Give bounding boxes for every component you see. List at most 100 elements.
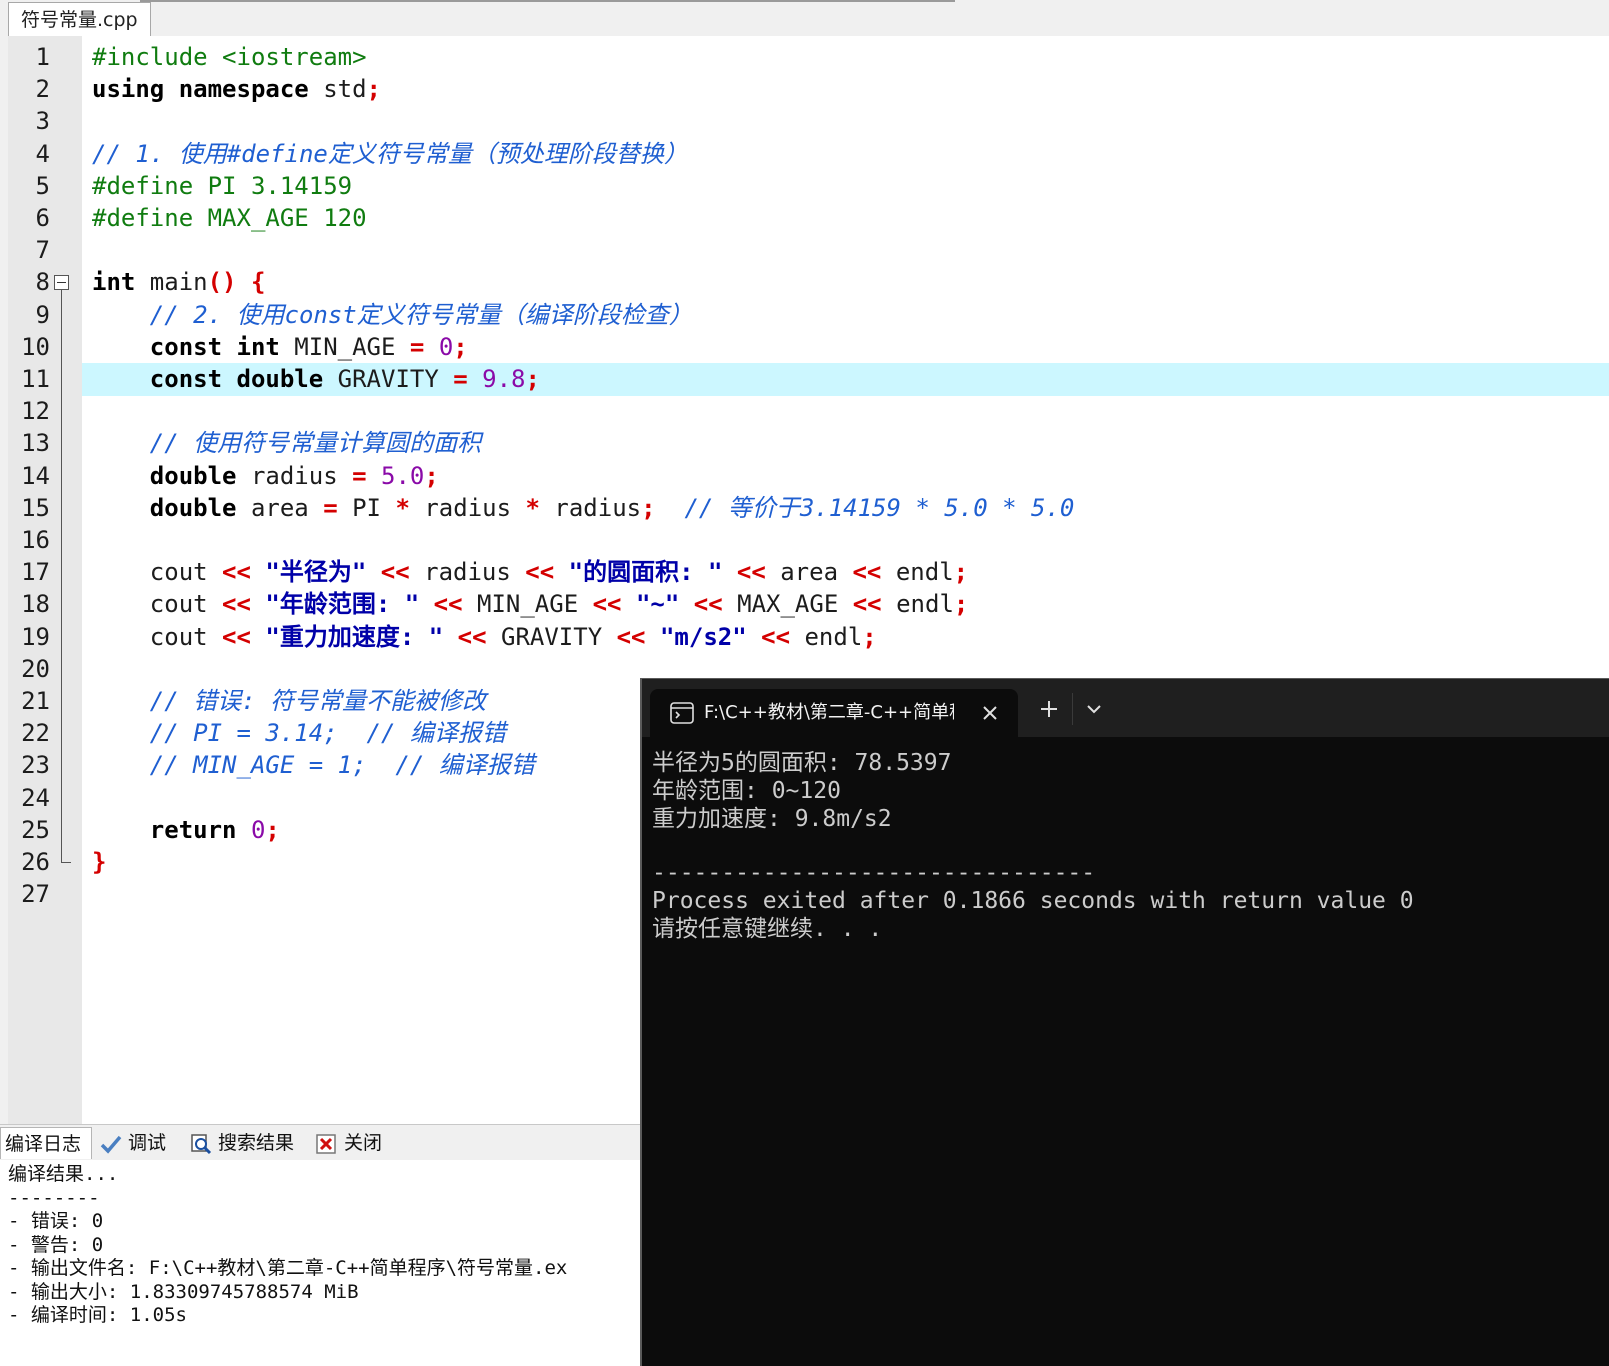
code-token: radius — [409, 493, 526, 522]
new-tab-icon[interactable] — [1037, 697, 1061, 721]
code-token: * — [395, 493, 410, 522]
code-line[interactable]: #include <iostream> — [92, 41, 367, 74]
line-number: 25 — [21, 815, 50, 844]
line-number: 21 — [21, 687, 50, 715]
terminal-line: 年龄范围: 0~120 — [652, 778, 841, 804]
code-line[interactable]: #define MAX_AGE 120 — [92, 202, 367, 235]
code-token: std — [308, 75, 367, 104]
terminal-window[interactable]: F:\C++教材\第二章-C++简单程 半径为5的圆面积: 78.5397 年龄范… — [640, 678, 1609, 1366]
code-token: = — [453, 365, 468, 393]
code-line[interactable]: double area = PI * radius * radius; // 等… — [92, 492, 1075, 525]
code-line[interactable]: } — [92, 846, 106, 879]
code-token: endl — [881, 590, 954, 619]
line-number: 13 — [21, 429, 50, 458]
code-line[interactable]: cout << "半径为" << radius << "的圆面积: " << a… — [92, 556, 968, 589]
code-line[interactable]: const double GRAVITY = 9.8; — [92, 363, 540, 396]
code-line[interactable]: // PI = 3.14; // 编译报错 — [92, 717, 506, 750]
code-token: MIN_AGE — [462, 590, 593, 619]
file-tab[interactable]: 符号常量.cpp — [8, 2, 151, 36]
code-token: << — [222, 590, 251, 619]
code-token: endl — [881, 558, 954, 587]
code-line[interactable]: // 使用符号常量计算圆的面积 — [92, 427, 481, 460]
code-token: << — [852, 558, 882, 587]
terminal-tab[interactable]: F:\C++教材\第二章-C++简单程 — [650, 689, 1018, 737]
code-line[interactable]: const int MIN_AGE = 0; — [92, 331, 468, 364]
line-number: 12 — [21, 397, 50, 426]
code-token: ; — [953, 558, 969, 587]
code-token: << — [222, 622, 251, 651]
line-number: 9 — [35, 300, 50, 329]
code-token: radius — [539, 493, 642, 522]
code-line[interactable]: // MIN_AGE = 1; // 编译报错 — [92, 749, 535, 782]
tab-compile-log[interactable]: 编译日志 — [0, 1127, 92, 1159]
log-line: 编译结果... — [8, 1163, 119, 1185]
line-number: 7 — [35, 236, 50, 265]
code-token: const — [149, 332, 223, 361]
close-tab-icon[interactable] — [980, 703, 1000, 723]
code-line[interactable]: cout << "年龄范围: " << MIN_AGE << "~" << MA… — [92, 588, 969, 621]
code-line[interactable]: // 2. 使用const定义符号常量（编译阶段检查） — [92, 299, 693, 332]
code-token: 5.0 — [381, 461, 425, 490]
compile-log[interactable]: 编译结果... -------- - 错误: 0- 警告: 0- 输出文件名: F:… — [0, 1160, 640, 1366]
code-token: ; — [641, 493, 656, 522]
line-number: 19 — [21, 622, 50, 651]
code-token: // 1. 使用#define定义符号常量（预处理阶段替换） — [92, 139, 688, 168]
code-line[interactable]: return 0; — [92, 814, 280, 847]
tab-debug[interactable]: 调试 — [96, 1127, 182, 1159]
code-line[interactable]: // 1. 使用#define定义符号常量（预处理阶段替换） — [92, 138, 688, 171]
close-panel-icon — [316, 1132, 344, 1154]
tab-close-label: 关闭 — [344, 1132, 383, 1154]
terminal-line: -------------------------------- — [652, 860, 1096, 886]
terminal-line: Process exited after 0.1866 seconds with… — [652, 888, 1414, 914]
code-token: << — [761, 622, 791, 651]
tab-close[interactable]: 关闭 — [312, 1127, 392, 1159]
code-token: << — [457, 622, 487, 651]
code-token: "的圆面积: " — [568, 558, 723, 587]
code-token: } — [92, 848, 107, 876]
line-number: 20 — [21, 654, 50, 683]
code-token: GRAVITY — [486, 622, 617, 651]
titlebar-separator — [1072, 693, 1073, 725]
code-line[interactable]: double radius = 5.0; — [92, 460, 439, 493]
code-token: ; — [862, 622, 877, 651]
code-token: main — [135, 268, 208, 297]
code-token: << — [525, 558, 555, 587]
code-token: << — [380, 558, 410, 587]
code-line[interactable]: using namespace std; — [92, 73, 381, 106]
code-token: #define MAX_AGE 120 — [92, 204, 367, 232]
code-token: ; — [366, 75, 381, 104]
code-token: * — [525, 493, 540, 522]
code-token: << — [592, 590, 622, 619]
code-token: area — [236, 493, 324, 522]
code-token: const — [149, 365, 223, 393]
log-line: - 警告: 0 — [8, 1233, 104, 1256]
code-token: ; — [525, 365, 540, 393]
code-token: cout — [92, 558, 223, 587]
terminal-line: 半径为5的圆面积: 78.5397 — [652, 750, 952, 776]
terminal-output[interactable]: 半径为5的圆面积: 78.5397 年龄范围: 0~120 重力加速度: 9.8m/… — [652, 749, 1609, 1366]
code-line[interactable]: cout << "重力加速度: " << GRAVITY << "m/s2" <… — [92, 621, 877, 654]
code-line[interactable]: // 错误: 符号常量不能被修改 — [92, 685, 486, 718]
code-token: = — [323, 493, 338, 522]
code-line[interactable]: #define PI 3.14159 — [92, 170, 352, 203]
fold-guide-line — [61, 290, 62, 862]
fold-collapse-icon[interactable] — [54, 275, 69, 291]
code-token: 0 — [438, 332, 454, 361]
chevron-down-icon[interactable] — [1084, 699, 1104, 719]
code-token: radius — [409, 558, 526, 587]
tab-search-results[interactable]: 搜索结果 — [186, 1127, 308, 1159]
code-line[interactable]: int main() { — [92, 266, 265, 299]
line-number: 1 — [35, 43, 50, 71]
terminal-titlebar: F:\C++教材\第二章-C++简单程 — [642, 679, 1609, 737]
code-token: double — [236, 365, 324, 393]
